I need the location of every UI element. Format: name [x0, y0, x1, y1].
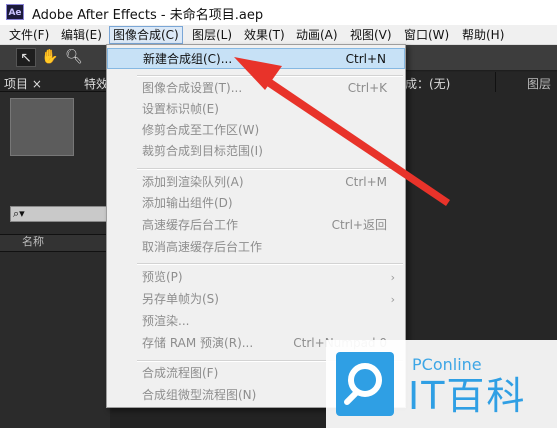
menu-composition[interactable]: 图像合成(C) [109, 26, 183, 44]
watermark-brand-title: IT百科 [408, 374, 527, 418]
menu-item-pre-render[interactable]: 预渲染... [107, 311, 405, 332]
menu-separator [137, 75, 403, 77]
menu-item-label: 图像合成设置(T)... [142, 81, 243, 95]
menu-item-composition-settings[interactable]: 图像合成设置(T)... Ctrl+K [107, 78, 405, 99]
window-title: Adobe After Effects - 未命名项目.aep [32, 8, 264, 23]
menu-item-cache-work-area[interactable]: 高速缓存后台工作 Ctrl+返回 [107, 215, 405, 236]
project-search-input[interactable] [10, 206, 110, 222]
menu-item-shortcut: Ctrl+N [345, 52, 386, 66]
menu-item-label: 预览(P) [142, 270, 183, 284]
menu-separator [137, 263, 403, 265]
menu-item-add-output-module[interactable]: 添加输出组件(D) [107, 193, 405, 214]
menu-item-label: 预渲染... [142, 314, 190, 328]
name-column-label[interactable]: 名称 [22, 234, 44, 250]
project-panel-tabs: 项目 × 特效 [0, 72, 110, 92]
pconline-logo-icon [336, 352, 394, 416]
menu-item-set-poster-frame[interactable]: 设置标识帧(E) [107, 99, 405, 120]
selection-tool-icon[interactable]: ↖ [16, 48, 36, 67]
menu-item-label: 裁剪合成到目标范围(I) [142, 144, 263, 158]
menu-item-crop-to-region[interactable]: 裁剪合成到目标范围(I) [107, 141, 405, 162]
menu-item-label: 取消高速缓存后台工作 [142, 240, 263, 254]
menu-item-label: 修剪合成至工作区(W) [142, 123, 260, 137]
menu-item-shortcut: Ctrl+返回 [331, 218, 387, 232]
menu-help[interactable]: 帮助(H) [461, 27, 505, 43]
menu-window[interactable]: 窗口(W) [403, 27, 450, 43]
after-effects-app-icon: Ae [6, 4, 24, 20]
tab-project[interactable]: 项目 × [4, 75, 42, 92]
tab-composition[interactable]: 成：(无) [405, 75, 450, 92]
chevron-right-icon: › [390, 271, 395, 284]
menu-animation[interactable]: 动画(A) [295, 27, 339, 43]
menu-item-save-frame-as[interactable]: 另存单帧为(S) › [107, 289, 405, 310]
menu-effect[interactable]: 效果(T) [243, 27, 286, 43]
menu-item-label: 高速缓存后台工作 [142, 218, 239, 232]
zoom-tool-icon[interactable]: 🔍︎ [64, 48, 84, 67]
menu-item-label: 合成组微型流程图(N) [142, 388, 257, 402]
menu-bar: 文件(F) 编辑(E) 图像合成(C) 图层(L) 效果(T) 动画(A) 视图… [0, 25, 557, 45]
menu-item-new-composition[interactable]: 新建合成组(C)... Ctrl+N [107, 48, 405, 69]
menu-file[interactable]: 文件(F) [8, 27, 50, 43]
menu-item-label: 合成流程图(F) [142, 366, 219, 380]
menu-layer[interactable]: 图层(L) [191, 27, 233, 43]
tab-effects[interactable]: 特效 [84, 75, 108, 92]
menu-item-label: 存储 RAM 预演(R)... [142, 336, 254, 350]
menu-item-label: 新建合成组(C)... [143, 52, 233, 66]
tab-project-label: 项目 [4, 77, 29, 91]
project-column-header [0, 234, 110, 252]
menu-separator [137, 168, 403, 170]
watermark-brand-name: PConline [412, 355, 482, 374]
chevron-right-icon: › [390, 293, 395, 306]
menu-item-shortcut: Ctrl+M [345, 175, 387, 189]
tab-layer[interactable]: 图层 [527, 75, 551, 92]
menu-item-cancel-cache[interactable]: 取消高速缓存后台工作 [107, 237, 405, 258]
menu-item-label: 添加输出组件(D) [142, 196, 233, 210]
menu-item-preview[interactable]: 预览(P) › [107, 267, 405, 288]
menu-view[interactable]: 视图(V) [349, 27, 393, 43]
menu-item-shortcut: Ctrl+K [347, 81, 387, 95]
tab-divider [495, 72, 496, 92]
search-icon[interactable]: ⌕▾ [13, 206, 25, 222]
menu-item-label: 添加到渲染队列(A) [142, 175, 244, 189]
hand-tool-icon[interactable]: ✋ [40, 48, 60, 67]
composition-thumbnail [10, 98, 74, 156]
close-icon[interactable]: × [32, 77, 42, 91]
menu-item-trim-to-work-area[interactable]: 修剪合成至工作区(W) [107, 120, 405, 141]
menu-item-label: 设置标识帧(E) [142, 102, 219, 116]
menu-item-label: 另存单帧为(S) [142, 292, 219, 306]
menu-item-add-to-render-queue[interactable]: 添加到渲染队列(A) Ctrl+M [107, 172, 405, 193]
menu-edit[interactable]: 编辑(E) [60, 27, 103, 43]
